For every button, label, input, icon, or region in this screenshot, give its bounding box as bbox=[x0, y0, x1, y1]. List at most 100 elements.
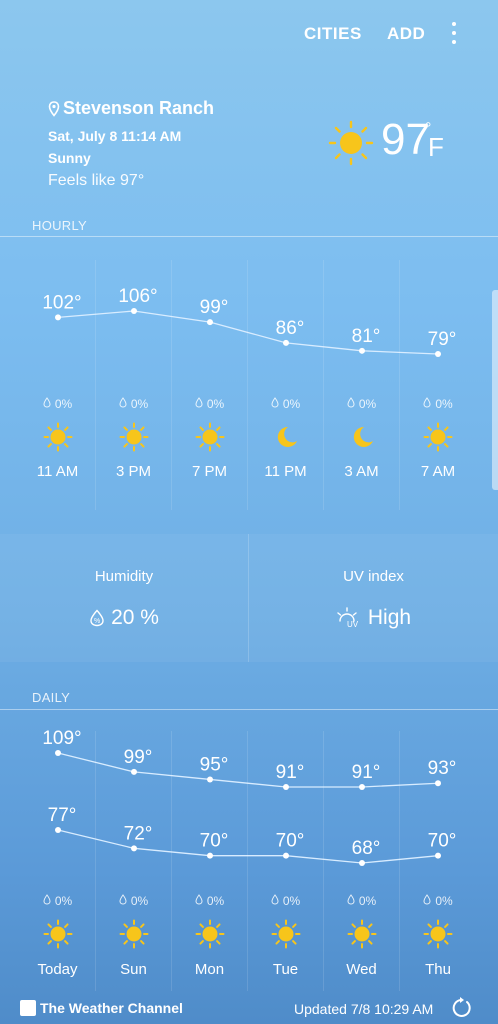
precipitation-chance: 0% bbox=[400, 397, 476, 411]
footer: The Weather Channel Updated 7/8 10:29 AM bbox=[0, 992, 498, 1024]
precipitation-value: 0% bbox=[358, 894, 377, 908]
precipitation-chance: 0% bbox=[248, 894, 323, 908]
precipitation-value: 0% bbox=[358, 397, 377, 411]
location-pin-icon bbox=[48, 100, 60, 117]
location-name: Stevenson Ranch bbox=[63, 98, 215, 118]
hourly-column[interactable]: 0% 7 AM bbox=[400, 260, 476, 510]
current-conditions: Stevenson Ranch Sat, July 8 11:14 AM Sun… bbox=[0, 90, 498, 210]
precipitation-value: 0% bbox=[130, 397, 149, 411]
daily-forecast[interactable]: 109° 99° 95° 91° 91° 93° 77° 72° 70° 70° 68° 70° 0%… bbox=[0, 711, 498, 991]
uv-label: UV index bbox=[343, 568, 404, 585]
sun-icon bbox=[271, 919, 300, 949]
precipitation-value: 0% bbox=[206, 894, 225, 908]
more-options-icon[interactable] bbox=[444, 20, 464, 48]
precipitation-value: 0% bbox=[282, 894, 301, 908]
hourly-column[interactable]: 0% 3 AM bbox=[324, 260, 400, 510]
brand-name: The Weather Channel bbox=[40, 1000, 183, 1016]
precipitation-chance: 0% bbox=[20, 894, 95, 908]
svg-text:%: % bbox=[94, 618, 100, 625]
raindrop-icon bbox=[347, 894, 355, 905]
daily-column[interactable]: 0% Today bbox=[20, 731, 96, 991]
uv-icon: UV bbox=[337, 607, 359, 629]
raindrop-icon bbox=[271, 894, 279, 905]
sun-icon bbox=[195, 919, 224, 949]
daily-column[interactable]: 0% Mon bbox=[172, 731, 248, 991]
precipitation-chance: 0% bbox=[248, 397, 323, 411]
hourly-label: 3 PM bbox=[115, 463, 151, 480]
raindrop-icon bbox=[271, 397, 279, 408]
humidity-section: Humidity % 20 % bbox=[0, 534, 249, 662]
raindrop-icon bbox=[423, 894, 431, 905]
sun-icon bbox=[119, 919, 148, 949]
daily-column[interactable]: 0% Tue bbox=[248, 731, 324, 991]
precipitation-chance: 0% bbox=[96, 894, 171, 908]
location[interactable]: Stevenson Ranch bbox=[48, 98, 214, 119]
hourly-column[interactable]: 0% 7 PM bbox=[172, 260, 248, 510]
hourly-label: HOURLY bbox=[32, 218, 88, 233]
precipitation-chance: 0% bbox=[172, 397, 247, 411]
details-panel: Humidity % 20 % UV index UV High bbox=[0, 534, 498, 662]
raindrop-icon bbox=[43, 894, 51, 905]
raindrop-icon bbox=[43, 397, 51, 408]
raindrop-icon bbox=[119, 397, 127, 408]
daily-column[interactable]: 0% Wed bbox=[324, 731, 400, 991]
humidity-value: 20 % bbox=[111, 606, 159, 629]
daily-label: Sun bbox=[120, 961, 147, 978]
raindrop-icon bbox=[119, 894, 127, 905]
hourly-divider bbox=[0, 236, 498, 237]
precipitation-chance: 0% bbox=[400, 894, 476, 908]
hourly-column[interactable]: 0% 11 PM bbox=[248, 260, 324, 510]
hourly-label: 7 PM bbox=[191, 463, 227, 480]
hourly-label: 3 AM bbox=[344, 463, 379, 480]
sun-icon bbox=[43, 422, 72, 452]
sun-icon bbox=[423, 919, 453, 949]
svg-text:UV: UV bbox=[347, 620, 359, 629]
daily-divider bbox=[0, 709, 498, 710]
daily-label: Wed bbox=[346, 961, 377, 978]
precipitation-chance: 0% bbox=[96, 397, 171, 411]
raindrop-icon bbox=[423, 397, 431, 408]
add-button[interactable]: ADD bbox=[387, 24, 425, 44]
updated-time: Updated 7/8 10:29 AM bbox=[294, 1001, 434, 1017]
sun-icon bbox=[43, 919, 72, 949]
precipitation-chance: 0% bbox=[324, 894, 399, 908]
hourly-label: 11 PM bbox=[264, 463, 307, 480]
precipitation-chance: 0% bbox=[172, 894, 247, 908]
precipitation-value: 0% bbox=[282, 397, 301, 411]
sun-icon bbox=[195, 422, 224, 452]
sun-icon bbox=[423, 422, 453, 452]
precipitation-value: 0% bbox=[130, 894, 149, 908]
uv-section: UV index UV High bbox=[249, 534, 498, 662]
daily-label: Tue bbox=[272, 961, 299, 978]
precipitation-value: 0% bbox=[54, 894, 73, 908]
hourly-column[interactable]: 0% 3 PM bbox=[96, 260, 172, 510]
sun-icon bbox=[347, 919, 376, 949]
hourly-forecast[interactable]: 102° 106° 99° 86° 81° 79° 0% 11 AM 0% 3 PM 0% 7 PM… bbox=[0, 238, 498, 518]
daily-label: Today bbox=[37, 961, 78, 978]
scrollbar[interactable] bbox=[492, 290, 498, 490]
precipitation-value: 0% bbox=[206, 397, 225, 411]
moon-icon bbox=[277, 426, 297, 447]
precipitation-chance: 0% bbox=[20, 397, 95, 411]
humidity-label: Humidity bbox=[94, 568, 154, 585]
hourly-label: 11 AM bbox=[36, 463, 79, 480]
daily-label: Thu bbox=[425, 961, 451, 978]
weather-channel-link[interactable]: The Weather Channel bbox=[20, 1000, 183, 1016]
top-bar: CITIES ADD bbox=[0, 0, 498, 70]
refresh-icon[interactable] bbox=[450, 997, 472, 1019]
precipitation-chance: 0% bbox=[324, 397, 399, 411]
daily-column[interactable]: 0% Sun bbox=[96, 731, 172, 991]
temperature-unit[interactable]: F bbox=[428, 132, 444, 163]
uv-value: High bbox=[367, 606, 412, 629]
current-condition: Sunny bbox=[48, 150, 91, 166]
daily-column[interactable]: 0% Thu bbox=[400, 731, 476, 991]
feels-like: Feels like 97° bbox=[48, 172, 145, 189]
precipitation-value: 0% bbox=[54, 397, 73, 411]
sun-icon bbox=[119, 422, 148, 452]
hourly-column[interactable]: 0% 11 AM bbox=[20, 260, 96, 510]
cities-button[interactable]: CITIES bbox=[304, 24, 362, 44]
precipitation-value: 0% bbox=[435, 397, 453, 411]
hourly-label: 7 AM bbox=[420, 463, 456, 480]
current-datetime: Sat, July 8 11:14 AM bbox=[48, 128, 182, 144]
raindrop-icon bbox=[347, 397, 355, 408]
